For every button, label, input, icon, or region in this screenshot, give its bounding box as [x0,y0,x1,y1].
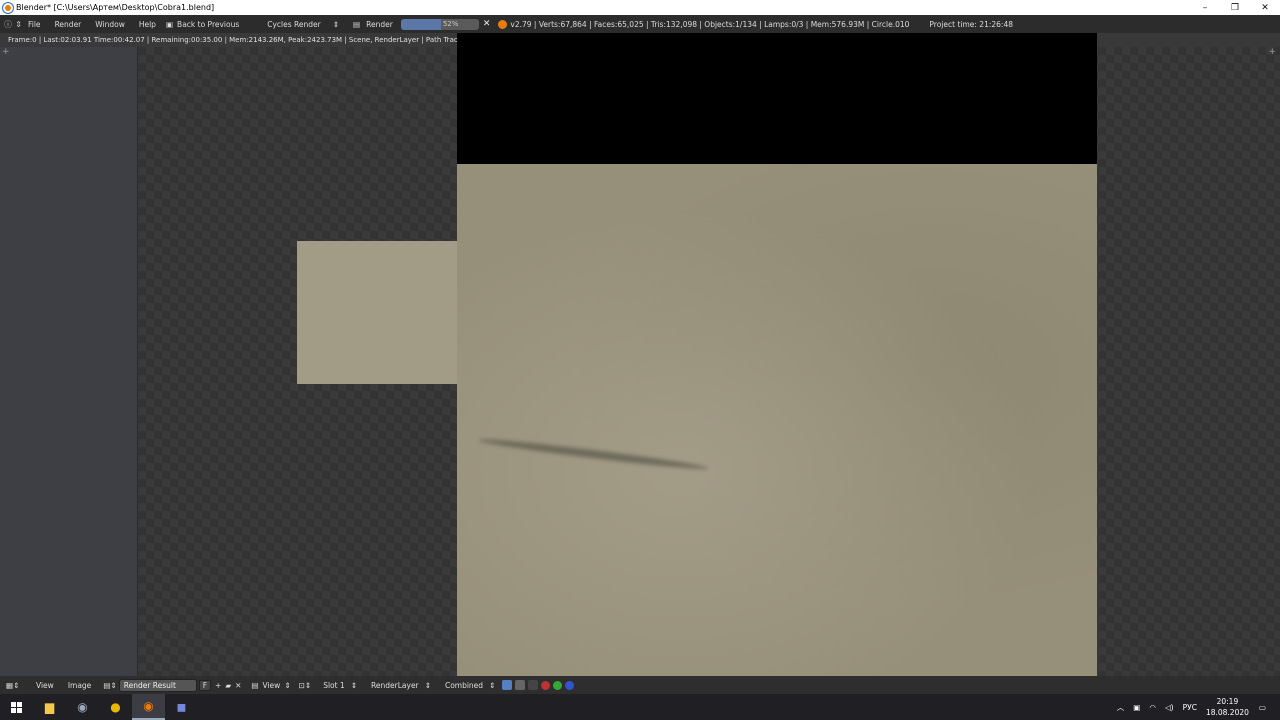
back-to-previous-label: Back to Previous [177,19,240,29]
menu-window[interactable]: Window [95,20,125,29]
maximize-button[interactable]: ❐ [1220,0,1250,15]
windows-logo-icon [11,701,22,713]
blender-icon: ◉ [143,699,154,713]
updown-icon: ⇕ [284,680,291,690]
render-layer-label: RenderLayer [371,680,419,690]
render-pass-label: Combined [444,680,484,690]
render-progress-bar: 52% [400,18,479,30]
view-mode-icon: ▤ [251,680,259,690]
discord-taskbar-button[interactable]: ◼ [165,694,198,720]
image-name-field[interactable]: Render Result [118,678,197,692]
image-editor-icon: ▦ [6,680,14,690]
window-controls: – ❐ ✕ [1190,0,1280,15]
updown-icon: ⇕ [13,680,20,690]
window-title: Blender* [C:\Users\Артем\Desktop\Cobra1.… [16,3,215,12]
blender-logo-icon [498,19,508,29]
render-layer-dropdown[interactable]: RenderLayer ⇕ [367,680,435,691]
unlink-image-icon[interactable]: ✕ [235,681,241,690]
render-engine-label: Cycles Render [267,19,321,29]
clock-time: 20:19 [1216,697,1239,706]
updown-icon: ⇕ [350,680,358,690]
red-channel-icon[interactable] [541,680,551,690]
render-icon: ▤ [353,19,361,29]
render-status: ▤ Render [353,20,393,29]
updown-icon: ⇕ [15,19,22,29]
tray-app-icon[interactable]: ▣ [1133,703,1140,712]
folder-icon: ▆ [44,700,55,714]
volume-icon[interactable]: ◁) [1165,703,1174,712]
project-time: Project time: 21:26:48 [929,19,1013,29]
file-explorer-taskbar-button[interactable]: ▆ [33,694,66,720]
expand-properties-icon[interactable]: + [1268,47,1276,57]
minimize-button[interactable]: – [1190,0,1220,15]
image-icon: ▤ [103,680,111,690]
zbuffer-icon[interactable] [528,680,539,690]
updown-icon: ⇕ [332,19,340,29]
menu-help[interactable]: Help [139,20,156,29]
editor-type-button[interactable]: ⓘ ⇕ [4,18,22,30]
main-area: + + [0,33,1280,676]
fake-user-button[interactable]: F [198,679,212,691]
windows-taskbar: ▆ ◉ ● ◉ ◼ ︿ ▣ ◠ ◁) РУС 20:19 18.08.2020 … [0,694,1280,720]
discord-icon: ◼ [176,700,187,714]
steam-taskbar-button[interactable]: ◉ [66,694,99,720]
close-button[interactable]: ✕ [1250,0,1280,15]
menu-file[interactable]: File [28,20,41,29]
image-browse-button[interactable]: ▤ ⇕ [103,681,116,690]
render-image [457,164,1097,676]
editor-type-button[interactable]: ▦ ⇕ [6,680,22,691]
render-pass-dropdown[interactable]: Combined ⇕ [441,680,499,691]
network-icon[interactable]: ◠ [1149,703,1156,712]
blue-channel-icon[interactable] [565,680,575,690]
menu-image[interactable]: Image [68,681,92,690]
menu-view[interactable]: View [36,681,54,690]
image-editor-header: ▦ ⇕ View Image ▤ ⇕ Render Result F + ▰ ✕ ▤… [0,676,1280,694]
start-button[interactable] [0,694,33,720]
render-region-black [457,33,1097,164]
info-icon: ⓘ [4,19,12,29]
updown-icon: ⇕ [110,680,117,690]
steam-icon: ◉ [77,700,88,714]
system-tray: ︿ ▣ ◠ ◁) РУС 20:19 18.08.2020 ▭ [1117,694,1280,720]
progress-fill [400,18,442,30]
cancel-render-icon[interactable]: ✕ [483,19,491,29]
language-indicator[interactable]: РУС [1183,703,1197,712]
image-viewport[interactable]: + [138,33,1280,676]
render-engine-select[interactable]: Cycles Render ⇕ [267,20,339,29]
chrome-taskbar-button[interactable]: ● [99,694,132,720]
color-alpha-icon[interactable] [502,680,513,690]
clock-date: 18.08.2020 [1205,708,1249,717]
new-image-icon[interactable]: + [215,681,221,690]
clock[interactable]: 20:19 18.08.2020 [1206,696,1249,718]
updown-icon: ⇕ [424,680,431,690]
view-dropdown[interactable]: ▤ View ⇕ [251,681,290,690]
render-status-label: Render [366,19,393,29]
blender-taskbar-button[interactable]: ◉ [132,694,165,720]
alpha-icon[interactable] [515,680,526,690]
pivot-dropdown[interactable]: ⊡ ⇕ [299,681,312,690]
notifications-icon[interactable]: ▭ [1259,703,1266,712]
updown-icon: ⇕ [489,680,496,690]
open-image-icon[interactable]: ▰ [225,681,231,690]
show-hidden-icons-icon[interactable]: ︿ [1117,702,1125,713]
slot-dropdown[interactable]: Slot 1 ⇕ [319,680,361,691]
render-image-side-tile [297,241,457,384]
updown-icon: ⇕ [304,680,312,690]
chrome-icon: ● [110,700,121,714]
menu-render[interactable]: Render [55,20,82,29]
expand-region-icon[interactable]: + [2,47,10,57]
progress-percent: 52% [442,19,459,28]
view-dropdown-label: View [262,680,281,690]
slot-label: Slot 1 [323,680,345,690]
info-header: ⓘ ⇕ File Render Window Help ▣ Back to Pre… [0,15,1280,33]
scene-stats: v2.79 | Verts:67,864 | Faces:65,025 | Tr… [510,19,910,29]
window-titlebar: Blender* [C:\Users\Артем\Desktop\Cobra1.… [0,0,1280,15]
screen-icon: ▣ [165,19,174,29]
blender-app-icon [3,2,13,13]
green-channel-icon[interactable] [553,680,563,690]
tool-shelf: + [0,47,138,676]
back-to-previous-button[interactable]: ▣ Back to Previous [166,20,239,29]
